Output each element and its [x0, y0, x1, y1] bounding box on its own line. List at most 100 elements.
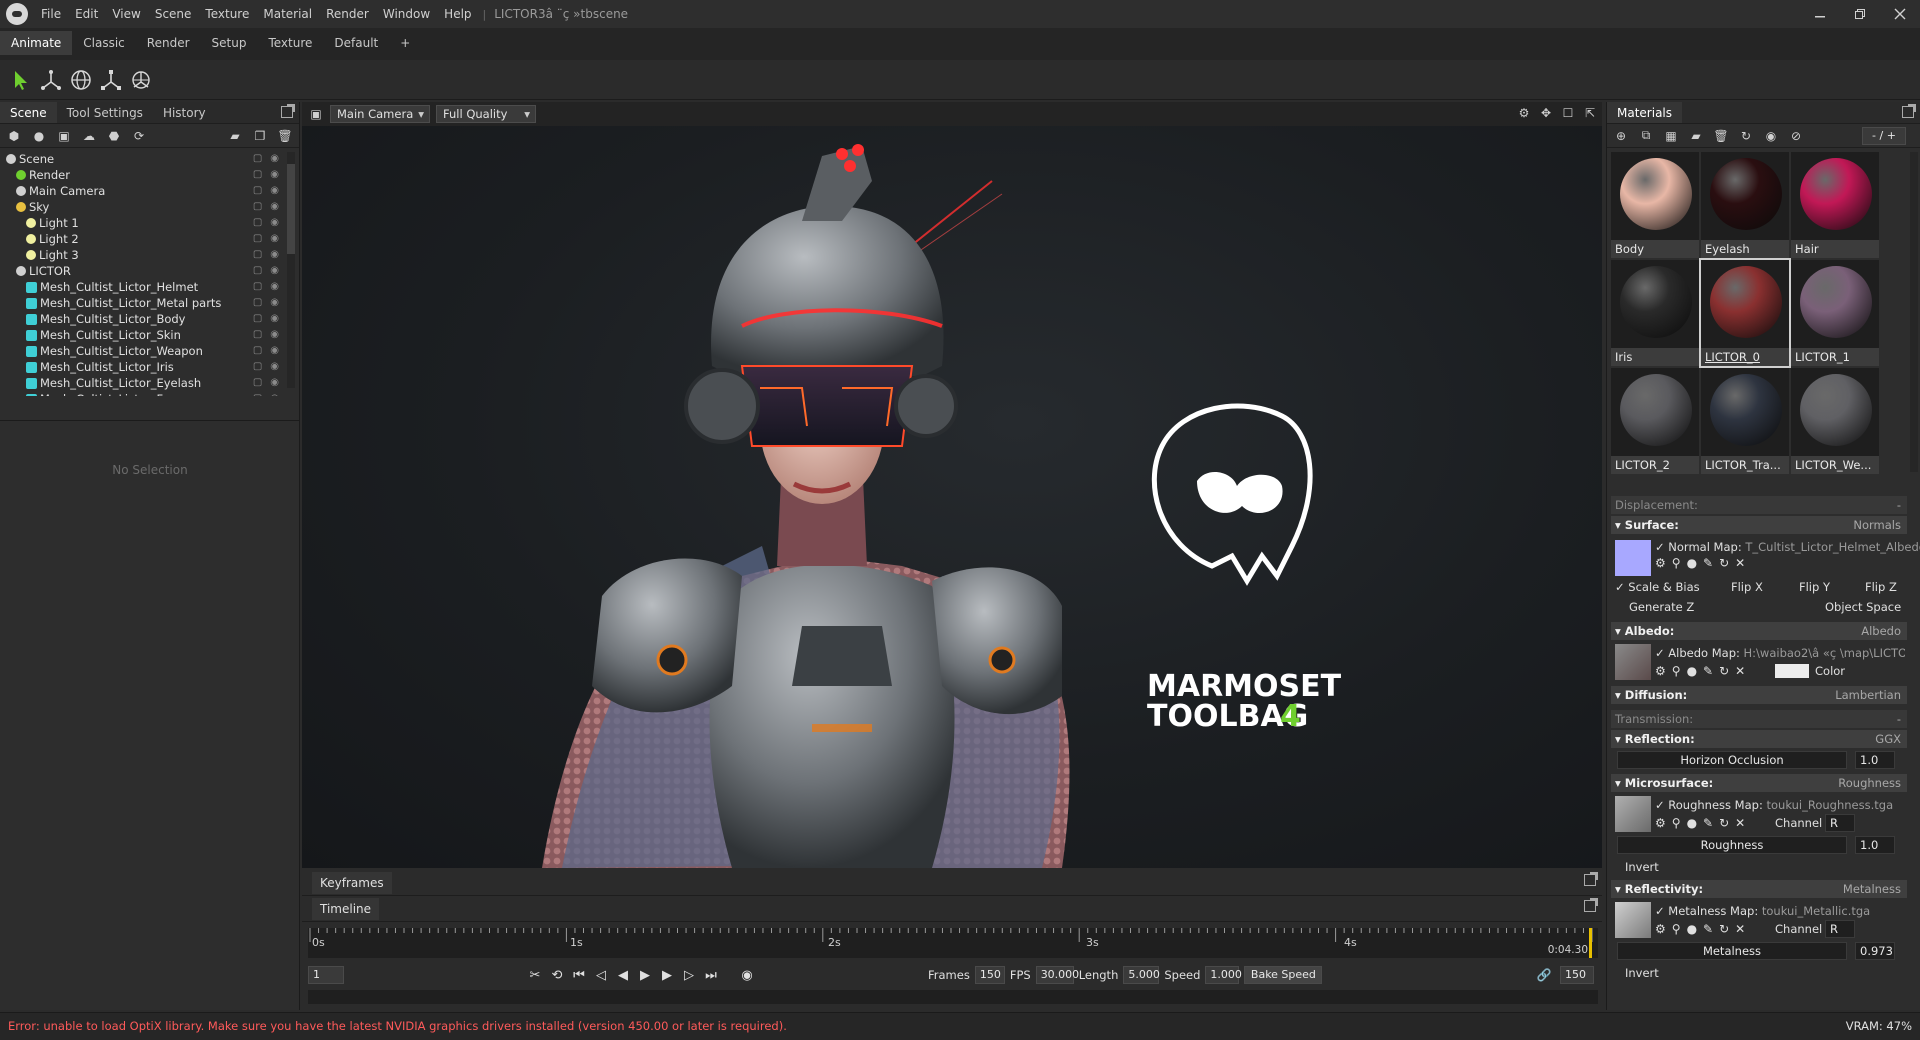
lock-icon[interactable]: ▢ — [253, 215, 262, 231]
albedo-value[interactable]: Albedo — [1861, 622, 1901, 640]
add-shadow-catcher-icon[interactable]: ⬣ — [106, 129, 122, 143]
lock-icon[interactable]: ▢ — [253, 247, 262, 263]
material-swatch[interactable]: LICTOR_Tra... — [1701, 368, 1789, 474]
material-swatch[interactable]: Eyelash — [1701, 152, 1789, 258]
select-tool-button[interactable] — [6, 65, 36, 95]
tree-item[interactable]: Mesh_Cultist_Lictor_Weapon ▢ ◉ — [0, 343, 299, 359]
reload-icon[interactable]: ↻ — [1719, 922, 1729, 936]
render-canvas[interactable]: MARMOSET TOOLBAG 4 — [302, 126, 1602, 868]
tree-item[interactable]: Mesh_Cultist_Lictor_Metal parts ▢ ◉ — [0, 295, 299, 311]
check-icon[interactable]: ✓ — [1655, 798, 1665, 812]
metalness-slider[interactable]: Metalness — [1617, 942, 1847, 960]
roughness-value[interactable]: 1.0 — [1855, 836, 1895, 854]
frames-field[interactable]: 150 — [974, 966, 1005, 984]
first-frame-icon[interactable]: ⏮ — [568, 968, 590, 983]
visibility-eye-icon[interactable]: ◉ — [270, 183, 279, 199]
popout-viewport-icon[interactable]: ⇱ — [1582, 106, 1598, 120]
roughness-slider[interactable]: Roughness — [1617, 836, 1847, 854]
last-frame-icon[interactable]: ⏭ — [700, 968, 722, 983]
transmission-value[interactable]: - — [1897, 710, 1901, 728]
lock-icon[interactable]: ▢ — [253, 327, 262, 343]
pan-arrows-icon[interactable]: ✥ — [1538, 106, 1554, 120]
tab-setup[interactable]: Setup — [201, 31, 258, 55]
menu-window[interactable]: Window — [376, 0, 437, 28]
reload-icon[interactable]: ↻ — [1719, 664, 1729, 678]
current-frame-field[interactable]: 1 — [308, 966, 344, 984]
displacement-section[interactable]: Displacement: - — [1611, 496, 1907, 514]
visibility-eye-icon[interactable]: ◉ — [270, 343, 279, 359]
albedo-map-file[interactable]: H:\waibao2\â «ç \map\LICTO — [1744, 646, 1905, 660]
scale-tool-button[interactable] — [96, 65, 126, 95]
tab-classic[interactable]: Classic — [72, 31, 136, 55]
camera-select[interactable]: Main Camera — [330, 105, 430, 123]
tree-item[interactable]: Light 1 ▢ ◉ — [0, 215, 299, 231]
delete-material-icon[interactable]: 🗑 — [1713, 129, 1729, 143]
lock-icon[interactable]: ▢ — [253, 311, 262, 327]
search-icon[interactable]: ⚲ — [1672, 556, 1681, 570]
material-scrollbar[interactable] — [1910, 152, 1918, 472]
settings-gear-icon[interactable]: ⚙ — [1516, 106, 1532, 120]
tab-scene[interactable]: Scene — [0, 102, 57, 123]
viewport-camera-icon[interactable]: ▣ — [308, 107, 324, 121]
search-icon[interactable]: ⚲ — [1672, 816, 1681, 830]
materials-popout-icon[interactable] — [1902, 104, 1916, 118]
play-icon[interactable]: ▶ — [634, 968, 656, 983]
tab-texture[interactable]: Texture — [257, 31, 323, 55]
tree-item[interactable]: Light 3 ▢ ◉ — [0, 247, 299, 263]
folder-material-icon[interactable]: ▰ — [1688, 129, 1704, 143]
reflectivity-value[interactable]: Metalness — [1843, 880, 1901, 898]
scale-bias-toggle[interactable]: ✓ Scale & Bias — [1615, 580, 1700, 594]
pick-material-icon[interactable]: ◉ — [1763, 129, 1779, 143]
visibility-eye-icon[interactable]: ◉ — [270, 151, 279, 167]
horizon-occlusion-value[interactable]: 1.0 — [1855, 751, 1895, 769]
material-swatch[interactable]: Body — [1611, 152, 1699, 258]
bake-speed-button[interactable]: Bake Speed — [1244, 966, 1323, 984]
tree-item[interactable]: Mesh_Cultist_Lictor_Eyelash ▢ ◉ — [0, 375, 299, 391]
visibility-eye-icon[interactable]: ◉ — [270, 359, 279, 375]
object-space-toggle[interactable]: Object Space — [1825, 600, 1901, 614]
flip-y-toggle[interactable]: Flip Y — [1799, 580, 1830, 594]
menu-view[interactable]: View — [105, 0, 147, 28]
trash-icon[interactable]: 🗑 — [277, 129, 293, 143]
microsurface-value[interactable]: Roughness — [1838, 774, 1901, 792]
tree-item[interactable]: Sky ▢ ◉ — [0, 199, 299, 215]
lock-icon[interactable]: ▢ — [253, 167, 262, 183]
lock-icon[interactable]: ▢ — [253, 183, 262, 199]
add-fog-icon[interactable]: ☁ — [81, 129, 97, 143]
flip-z-toggle[interactable]: Flip Z — [1865, 580, 1897, 594]
search-icon[interactable]: ⚲ — [1672, 922, 1681, 936]
tree-item[interactable]: Main Camera ▢ ◉ — [0, 183, 299, 199]
rotate-tool-button[interactable] — [66, 65, 96, 95]
settings-gear-icon[interactable]: ⚙ — [1655, 816, 1666, 830]
edit-pencil-icon[interactable]: ✎ — [1703, 556, 1713, 570]
metalness-channel-select[interactable]: R — [1825, 920, 1855, 938]
menu-scene[interactable]: Scene — [148, 0, 199, 28]
folder-icon[interactable]: ▰ — [227, 129, 243, 143]
diffusion-value[interactable]: Lambertian — [1835, 686, 1901, 704]
roughness-channel-select[interactable]: R — [1825, 814, 1855, 832]
prev-key-icon[interactable]: ◁ — [590, 968, 612, 983]
duplicate-icon[interactable]: ❐ — [252, 129, 268, 143]
menu-texture[interactable]: Texture — [198, 0, 256, 28]
lock-icon[interactable]: ▢ — [253, 343, 262, 359]
visibility-eye-icon[interactable]: ◉ — [270, 327, 279, 343]
add-mesh-icon[interactable]: ⬢ — [6, 129, 22, 143]
tree-item[interactable]: Light 2 ▢ ◉ — [0, 231, 299, 247]
refresh-material-icon[interactable]: ⊘ — [1788, 129, 1804, 143]
reflection-value[interactable]: GGX — [1875, 730, 1901, 748]
menu-file[interactable]: File — [34, 0, 68, 28]
assign-material-icon[interactable]: ↻ — [1738, 129, 1754, 143]
tab-tool-settings[interactable]: Tool Settings — [57, 102, 153, 123]
tab-render[interactable]: Render — [136, 31, 201, 55]
material-swatch[interactable]: Iris — [1611, 260, 1699, 366]
clear-x-icon[interactable]: ✕ — [1735, 664, 1745, 678]
speed-field[interactable]: 1.000 — [1205, 966, 1242, 984]
visibility-eye-icon[interactable]: ◉ — [270, 167, 279, 183]
paint-icon[interactable]: ● — [1687, 922, 1697, 936]
reload-icon[interactable]: ↻ — [1719, 816, 1729, 830]
roughness-map-file[interactable]: toukui_Roughness.tga — [1767, 798, 1894, 812]
timeline-track[interactable] — [308, 990, 1598, 1004]
normal-map-file[interactable]: T_Cultist_Lictor_Helmet_Albedo — [1745, 540, 1920, 554]
material-swatch[interactable]: LICTOR_2 — [1611, 368, 1699, 474]
menu-edit[interactable]: Edit — [68, 0, 105, 28]
